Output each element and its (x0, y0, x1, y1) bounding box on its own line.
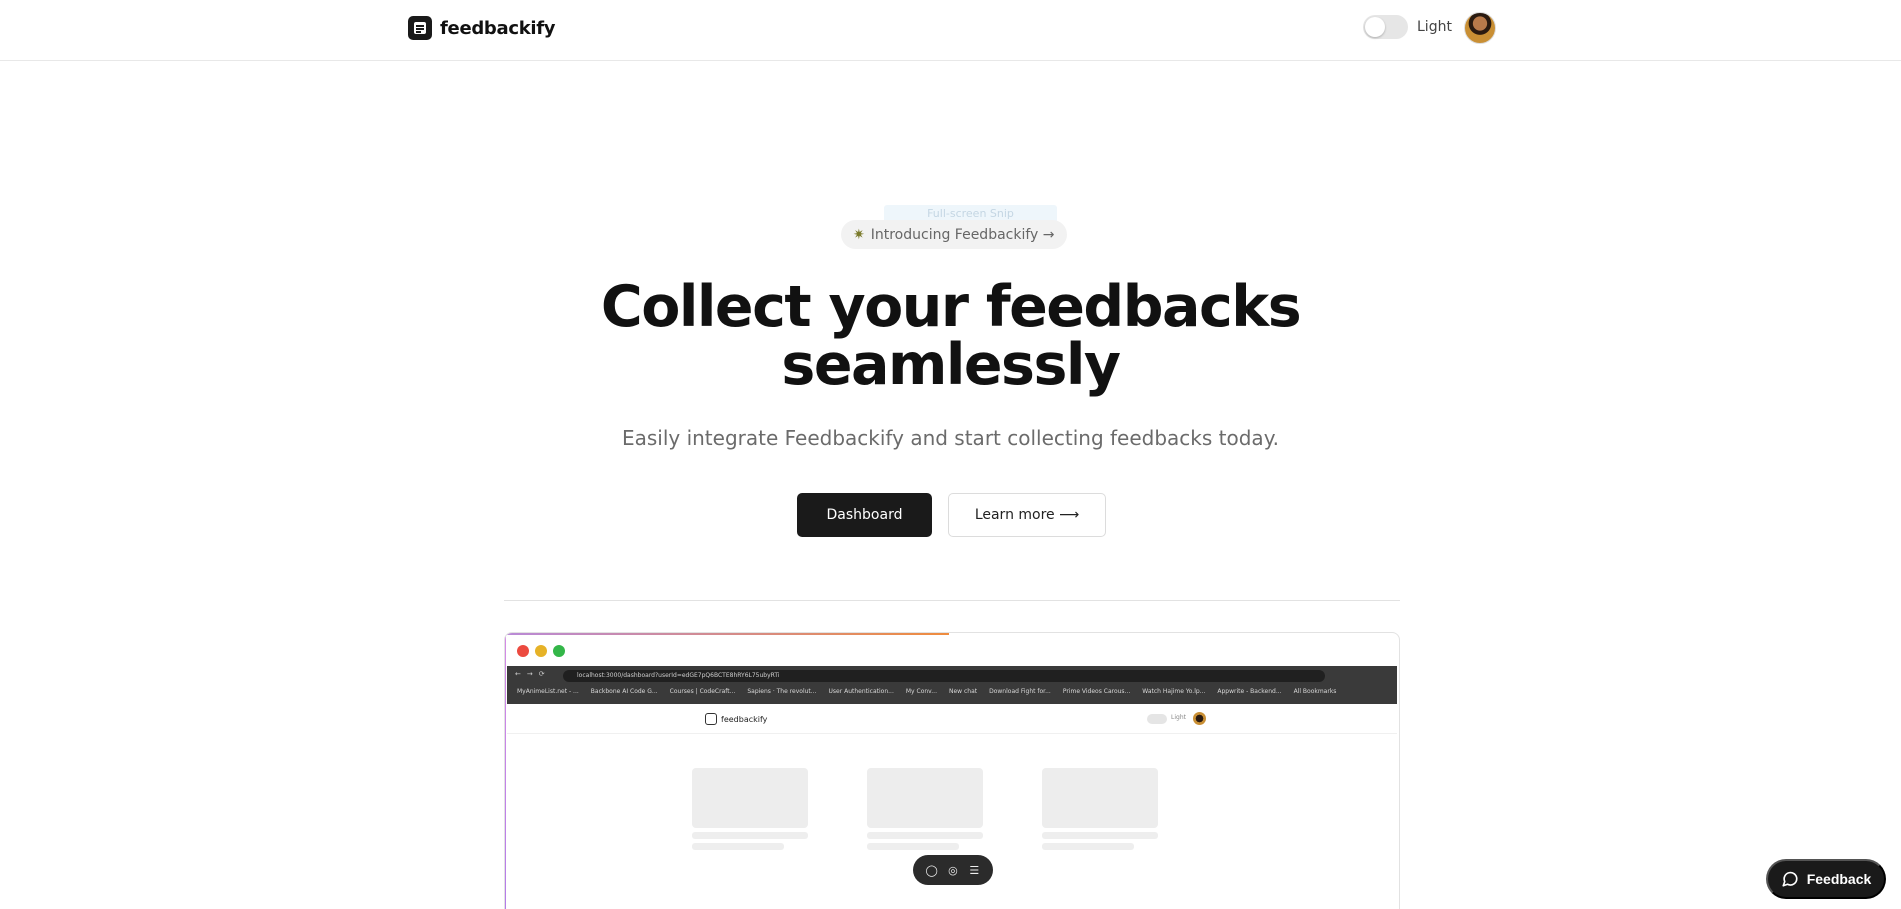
skeleton-card (692, 768, 808, 828)
hero-title-line2: seamlessly (781, 332, 1121, 398)
feedback-button[interactable]: Feedback (1766, 859, 1886, 899)
skeleton-line (692, 843, 784, 850)
skeleton-line (867, 832, 983, 839)
product-preview-window: ←→⟳ localhost:3000/dashboard?userId=edGE… (504, 632, 1400, 909)
bookmark-item: Appwrite - Backend... (1217, 688, 1282, 695)
hero-subtitle: Easily integrate Feedbackify and start c… (621, 426, 1280, 450)
window-controls (517, 645, 565, 657)
inner-avatar (1193, 712, 1206, 725)
inner-brand-name: feedbackify (721, 714, 768, 724)
dashboard-button[interactable]: Dashboard (797, 493, 932, 537)
bookmark-item: Download Fight for... (989, 688, 1051, 695)
browser-url-bar: localhost:3000/dashboard?userId=edGE7pQ6… (563, 670, 1325, 682)
sparkle-icon: ✷ (853, 226, 865, 243)
chat-bubble-icon (1782, 871, 1798, 887)
chat-bubble-icon: ◯ (925, 863, 938, 877)
bookmark-item: MyAnimeList.net - ... (517, 688, 579, 695)
skeleton-line (1042, 843, 1134, 850)
skeleton-card (867, 768, 983, 828)
hero-title-line1: Collect your feedbacks (600, 274, 1302, 340)
feedback-button-label: Feedback (1806, 871, 1872, 887)
window-close-dot (517, 645, 529, 657)
list-icon: ☰ (969, 863, 980, 877)
section-divider (504, 600, 1400, 601)
skeleton-card (1042, 768, 1158, 828)
inner-theme-label: Light (1171, 714, 1186, 721)
camera-icon: ◎ (948, 863, 958, 877)
skeleton-line (692, 832, 808, 839)
inner-app-navbar: feedbackify Light (507, 704, 1397, 734)
theme-toggle[interactable] (1363, 15, 1408, 39)
bookmark-item: Sapiens · The revolut... (747, 688, 817, 695)
bookmark-item: Watch Hajime Yo.lp... (1142, 688, 1206, 695)
brand-link[interactable]: feedbackify (408, 16, 556, 40)
bookmark-item: New chat (948, 688, 978, 695)
user-avatar[interactable] (1464, 12, 1496, 44)
inner-logo-icon (705, 713, 717, 725)
bookmark-item: User Authentication... (828, 688, 894, 695)
theme-toggle-group: Light (1363, 15, 1452, 39)
mini-feedback-toolbar: ◯ ◎ ☰ (913, 855, 993, 885)
bookmark-item: Backbone AI Code G... (590, 688, 658, 695)
preview-border-glow (505, 633, 949, 635)
inner-brand: feedbackify (705, 713, 767, 725)
bookmarks-bar: MyAnimeList.net - ... Backbone AI Code G.… (517, 688, 1387, 700)
bookmark-item: All Bookmarks (1293, 688, 1337, 695)
hero-title: Collect your feedbacks seamlessly (0, 278, 1901, 394)
bookmark-item: My Conv... (905, 688, 937, 695)
skeleton-line (867, 843, 959, 850)
top-navbar: feedbackify Light (0, 0, 1901, 61)
browser-chrome-screenshot: ←→⟳ localhost:3000/dashboard?userId=edGE… (507, 666, 1397, 704)
brand-logo-icon (408, 16, 432, 40)
learn-more-button[interactable]: Learn more ⟶ (948, 493, 1106, 537)
announcement-badge[interactable]: ✷ Introducing Feedbackify → (841, 220, 1067, 249)
theme-label: Light (1417, 19, 1452, 35)
inner-theme-toggle (1147, 714, 1167, 724)
browser-nav-arrows-icon: ←→⟳ (515, 670, 551, 678)
window-maximize-dot (553, 645, 565, 657)
window-minimize-dot (535, 645, 547, 657)
brand-name: feedbackify (440, 17, 556, 39)
bookmark-item: Courses | CodeCraft... (669, 688, 736, 695)
skeleton-line (1042, 832, 1158, 839)
bookmark-item: Prime Videos Carous... (1062, 688, 1131, 695)
announcement-text: Introducing Feedbackify → (870, 226, 1055, 243)
